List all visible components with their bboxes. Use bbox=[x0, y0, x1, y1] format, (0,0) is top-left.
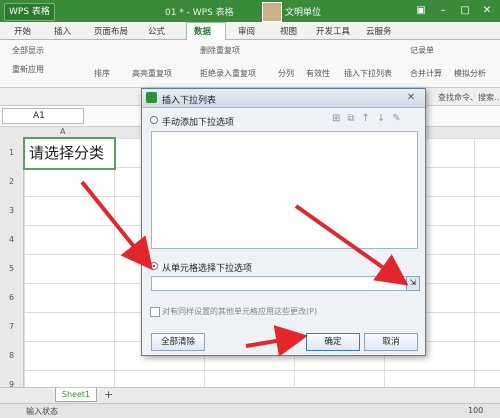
pin-icon[interactable]: ▣ bbox=[414, 3, 428, 18]
close-icon[interactable]: ✕ bbox=[480, 3, 494, 18]
row-header-3[interactable]: 3 bbox=[0, 206, 23, 215]
split-column-button[interactable]: 分列 bbox=[278, 68, 294, 79]
tab-page-layout[interactable]: 页面布局 bbox=[94, 25, 128, 37]
row-header: 1 2 3 4 5 6 7 8 9 bbox=[0, 138, 24, 402]
document-title: 01 * - WPS 表格 bbox=[165, 8, 234, 18]
from-cells-radio[interactable] bbox=[150, 262, 158, 270]
avatar[interactable] bbox=[262, 2, 282, 22]
row-header-7[interactable]: 7 bbox=[0, 322, 23, 331]
manual-option-radio[interactable] bbox=[150, 116, 158, 124]
tab-developer[interactable]: 开发工具 bbox=[316, 25, 350, 37]
clear-all-button[interactable]: 全部清除 bbox=[151, 333, 205, 351]
list-toolbar: ⊞⧉↑↓✎ bbox=[332, 113, 408, 124]
cell-a1[interactable]: 请选择分类 bbox=[23, 137, 116, 170]
reject-duplicates-button[interactable]: 拒绝录入重复项 bbox=[200, 68, 256, 79]
insert-dropdown-button[interactable]: 插入下拉列表 bbox=[344, 68, 392, 79]
options-list[interactable] bbox=[151, 131, 418, 249]
zoom-level[interactable]: 100 bbox=[468, 406, 483, 415]
minimize-icon[interactable]: – bbox=[436, 3, 450, 18]
app-logo[interactable]: WPS 表格 bbox=[4, 3, 55, 21]
merge-calc-button[interactable]: 合并计算 bbox=[410, 68, 442, 79]
reapply-button[interactable]: 重新应用 bbox=[12, 64, 44, 75]
what-if-button[interactable]: 模拟分析 bbox=[454, 68, 486, 79]
close-icon[interactable]: ✕ bbox=[405, 92, 417, 104]
show-all-button[interactable]: 全部显示 bbox=[12, 45, 44, 56]
tab-review[interactable]: 审阅 bbox=[238, 25, 255, 37]
sheet-tab[interactable]: Sheet1 bbox=[55, 388, 97, 402]
user-name[interactable]: 文明单位 bbox=[285, 5, 321, 18]
add-sheet-icon[interactable]: + bbox=[104, 388, 113, 401]
command-search[interactable]: 查找命令、搜索... bbox=[438, 92, 500, 103]
row-header-8[interactable]: 8 bbox=[0, 351, 23, 360]
record-form-button[interactable]: 记录单 bbox=[410, 45, 434, 56]
tab-view[interactable]: 视图 bbox=[280, 25, 297, 37]
tab-data[interactable]: 数据 bbox=[194, 25, 211, 37]
maximize-icon[interactable]: □ bbox=[458, 3, 472, 18]
apply-same-checkbox[interactable] bbox=[150, 307, 160, 317]
move-up-icon[interactable]: ↑ bbox=[362, 113, 377, 124]
validity-button[interactable]: 有效性 bbox=[306, 68, 330, 79]
dialog-title-bar[interactable]: 插入下拉列表 ✕ bbox=[142, 89, 425, 108]
dialog-title: 插入下拉列表 bbox=[162, 96, 217, 106]
range-select-icon[interactable]: ⇲ bbox=[406, 276, 420, 291]
tab-formula[interactable]: 公式 bbox=[148, 25, 165, 37]
name-box[interactable]: A1 bbox=[2, 108, 84, 124]
highlight-duplicates-button[interactable]: 高亮重复项 bbox=[132, 68, 172, 79]
from-cells-label[interactable]: 从单元格选择下拉选项 bbox=[162, 261, 252, 274]
cell-range-input[interactable] bbox=[151, 276, 407, 291]
row-header-2[interactable]: 2 bbox=[0, 177, 23, 186]
row-header-5[interactable]: 5 bbox=[0, 264, 23, 273]
insert-dropdown-dialog: 插入下拉列表 ✕ 手动添加下拉选项 ⊞⧉↑↓✎ 从单元格选择下拉选项 ⇲ 对有同… bbox=[141, 88, 426, 356]
spreadsheet-icon bbox=[146, 92, 157, 103]
sort-button[interactable]: 排序 bbox=[94, 68, 110, 79]
cancel-button[interactable]: 取消 bbox=[364, 333, 418, 351]
copy-item-icon[interactable]: ⧉ bbox=[347, 113, 361, 124]
delete-duplicates-button[interactable]: 删除重复项 bbox=[200, 45, 240, 56]
apply-same-label: 对有同样设置的其他单元格应用这些更改(P) bbox=[162, 307, 318, 316]
row-header-1[interactable]: 1 bbox=[0, 148, 23, 157]
status-bar: 输入状态 100 bbox=[0, 403, 500, 418]
add-item-icon[interactable]: ⊞ bbox=[332, 113, 347, 124]
tab-insert[interactable]: 插入 bbox=[54, 25, 71, 37]
title-bar: WPS 表格 01 * - WPS 表格 文明单位 ▣ – □ ✕ bbox=[0, 0, 500, 22]
ok-button[interactable]: 确定 bbox=[306, 333, 360, 351]
move-down-icon[interactable]: ↓ bbox=[377, 113, 392, 124]
column-a-header[interactable]: A bbox=[60, 127, 65, 136]
row-header-6[interactable]: 6 bbox=[0, 293, 23, 302]
tab-home[interactable]: 开始 bbox=[14, 25, 31, 37]
manual-option-label[interactable]: 手动添加下拉选项 bbox=[162, 115, 234, 128]
tab-cloud[interactable]: 云服务 bbox=[366, 25, 392, 37]
row-header-4[interactable]: 4 bbox=[0, 235, 23, 244]
status-mode: 输入状态 bbox=[26, 407, 58, 416]
edit-icon[interactable]: ✎ bbox=[392, 113, 407, 124]
